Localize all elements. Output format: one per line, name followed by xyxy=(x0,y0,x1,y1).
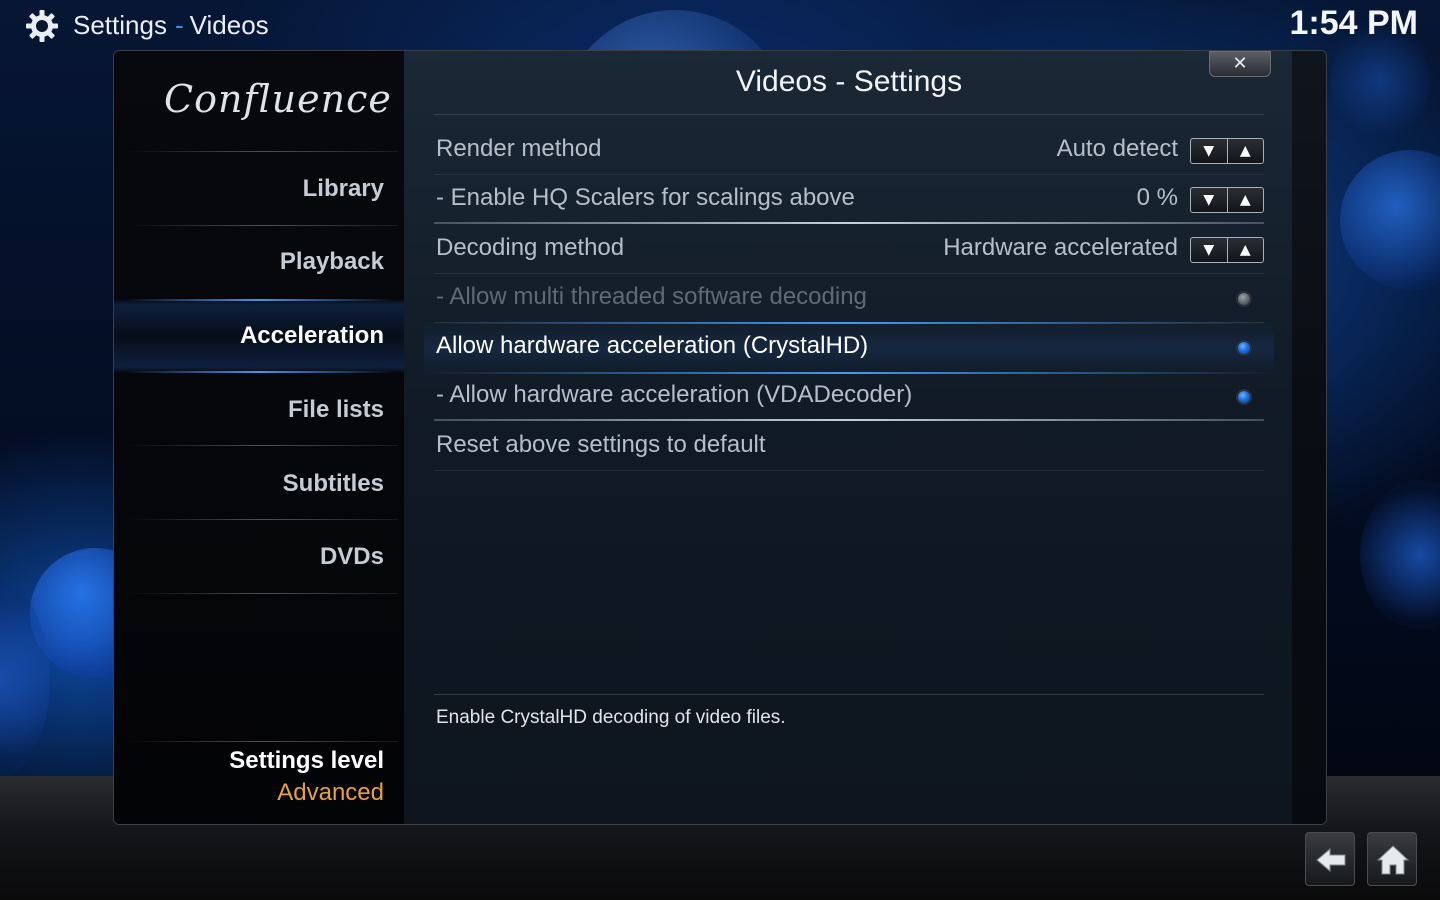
sidebar-item-dvds[interactable]: DVDs xyxy=(320,543,384,571)
sidebar-item-playback[interactable]: Playback xyxy=(280,248,384,276)
setting-vdadecoder[interactable]: - Allow hardware acceleration (VDADecode… xyxy=(434,373,1264,421)
header: Settings - Videos 1:54 PM xyxy=(0,0,1440,52)
sidebar: Confluence Library Playback Acceleration… xyxy=(114,51,404,824)
radio-on-icon[interactable] xyxy=(1236,389,1252,405)
confluence-logo: Confluence xyxy=(164,77,392,121)
back-button[interactable] xyxy=(1305,832,1355,886)
dialog-title: Videos - Settings xyxy=(735,65,963,98)
divider xyxy=(128,151,398,152)
chevron-down-icon[interactable]: ▼ xyxy=(1191,139,1227,163)
chevron-up-icon[interactable]: ▲ xyxy=(1226,139,1264,163)
gear-icon xyxy=(26,10,58,42)
home-icon xyxy=(1376,845,1410,875)
radio-off-icon xyxy=(1236,291,1252,307)
setting-value: Hardware accelerated xyxy=(943,234,1178,261)
setting-crystalhd[interactable]: Allow hardware acceleration (CrystalHD) xyxy=(424,322,1274,374)
divider xyxy=(434,470,1264,471)
chevron-up-icon[interactable]: ▲ xyxy=(1226,238,1264,262)
setting-label: - Enable HQ Scalers for scalings above xyxy=(436,184,855,211)
divider xyxy=(128,741,398,742)
setting-description: Enable CrystalHD decoding of video files… xyxy=(436,707,786,728)
setting-label: Render method xyxy=(436,135,602,162)
clock: 1:54 PM xyxy=(1289,4,1419,42)
setting-label: - Allow multi threaded software decoding xyxy=(436,283,867,310)
setting-label: Allow hardware acceleration (CrystalHD) xyxy=(436,332,869,359)
breadcrumb: Settings - Videos xyxy=(73,10,269,41)
setting-reset-defaults[interactable]: Reset above settings to default xyxy=(434,423,1264,471)
breadcrumb-subsection: Videos xyxy=(189,10,269,40)
spinner-control: ▼ ▲ xyxy=(1190,187,1264,213)
radio-on-icon[interactable] xyxy=(1236,340,1252,356)
setting-label: Decoding method xyxy=(436,234,625,261)
divider xyxy=(128,519,398,520)
scroll-area xyxy=(1292,51,1326,824)
divider xyxy=(434,694,1264,695)
spinner-control: ▼ ▲ xyxy=(1190,237,1264,263)
sidebar-item-acceleration[interactable]: Acceleration xyxy=(240,322,384,350)
divider xyxy=(128,593,398,594)
sidebar-item-file-lists[interactable]: File lists xyxy=(288,396,384,424)
group-divider xyxy=(434,419,1264,421)
settings-dialog: Confluence Library Playback Acceleration… xyxy=(113,50,1327,825)
setting-render-method[interactable]: Render method Auto detect ▼ ▲ xyxy=(434,127,1264,175)
divider xyxy=(434,174,1264,175)
setting-label: - Allow hardware acceleration (VDADecode… xyxy=(436,381,913,408)
breadcrumb-separator: - xyxy=(174,10,184,40)
divider xyxy=(128,445,398,446)
setting-hq-scalers[interactable]: - Enable HQ Scalers for scalings above 0… xyxy=(434,176,1264,224)
chevron-up-icon[interactable]: ▲ xyxy=(1226,188,1264,212)
sidebar-item-library[interactable]: Library xyxy=(303,175,384,203)
settings-level-value[interactable]: Advanced xyxy=(277,779,384,807)
breadcrumb-section: Settings xyxy=(73,10,167,40)
chevron-down-icon[interactable]: ▼ xyxy=(1191,238,1227,262)
settings-level-label: Settings level xyxy=(229,747,384,774)
home-button[interactable] xyxy=(1367,832,1417,886)
divider xyxy=(128,225,398,226)
sidebar-item-subtitles[interactable]: Subtitles xyxy=(283,470,384,498)
setting-value: Auto detect xyxy=(1056,135,1178,162)
divider xyxy=(434,273,1264,274)
setting-label: Reset above settings to default xyxy=(436,431,766,458)
setting-multithreaded-decoding: - Allow multi threaded software decoding xyxy=(434,275,1264,323)
bokeh-circle xyxy=(1360,480,1440,630)
group-divider xyxy=(434,222,1264,224)
divider xyxy=(434,114,1264,115)
setting-decoding-method[interactable]: Decoding method Hardware accelerated ▼ ▲ xyxy=(434,226,1264,274)
setting-value: 0 % xyxy=(1136,184,1178,211)
back-arrow-icon xyxy=(1316,847,1346,873)
bokeh-circle xyxy=(1340,150,1440,290)
chevron-down-icon[interactable]: ▼ xyxy=(1191,188,1227,212)
spinner-control: ▼ ▲ xyxy=(1190,138,1264,164)
